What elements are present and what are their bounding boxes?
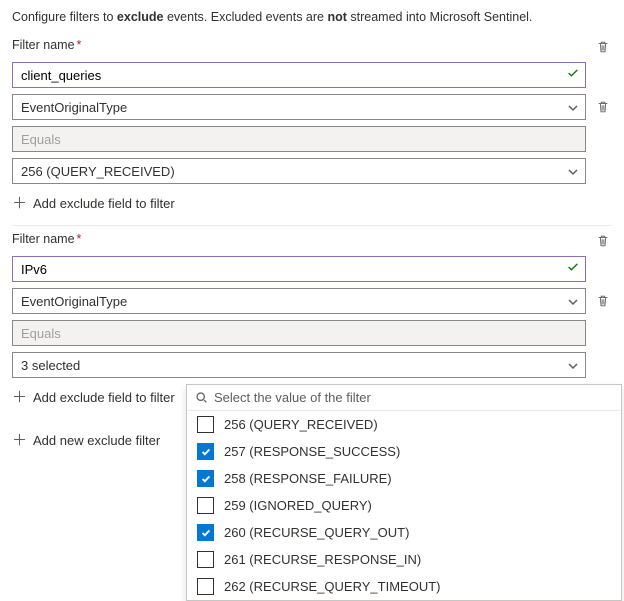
- checkbox-checked-icon: [197, 470, 214, 487]
- dropdown-option-label: 260 (RECURSE_QUERY_OUT): [224, 525, 409, 540]
- dropdown-option-label: 258 (RESPONSE_FAILURE): [224, 471, 392, 486]
- dropdown-option[interactable]: 258 (RESPONSE_FAILURE): [187, 465, 621, 492]
- chevron-down-icon: [567, 166, 579, 181]
- chevron-down-icon: [567, 296, 579, 311]
- dropdown-option[interactable]: 259 (IGNORED_QUERY): [187, 492, 621, 519]
- dropdown-option[interactable]: 256 (QUERY_RECEIVED): [187, 411, 621, 438]
- operator-select: Equals: [12, 126, 586, 152]
- delete-filter-icon[interactable]: [594, 38, 612, 56]
- add-exclude-field-button[interactable]: ＋ Add exclude field to filter: [12, 190, 612, 217]
- plus-icon: ＋: [12, 390, 27, 405]
- chevron-down-icon: [567, 102, 579, 117]
- value-select[interactable]: 256 (QUERY_RECEIVED): [12, 158, 586, 184]
- filter-name-input-wrap: [12, 62, 586, 88]
- checkbox-unchecked-icon: [197, 578, 214, 595]
- filter-block-2: Filter name* EventOriginalType Equals: [12, 232, 612, 419]
- dropdown-option[interactable]: 260 (RECURSE_QUERY_OUT): [187, 519, 621, 546]
- dropdown-option-label: 261 (RECURSE_RESPONSE_IN): [224, 552, 421, 567]
- filter-block-1: Filter name* EventOriginalType Equals: [12, 38, 612, 226]
- delete-condition-icon[interactable]: [594, 292, 612, 310]
- value-select[interactable]: 3 selected: [12, 352, 586, 378]
- plus-icon: ＋: [12, 196, 27, 211]
- filter-name-label: Filter name*: [12, 38, 586, 52]
- dropdown-option-label: 262 (RECURSE_QUERY_TIMEOUT): [224, 579, 440, 594]
- operator-select: Equals: [12, 320, 586, 346]
- dropdown-option[interactable]: 261 (RECURSE_RESPONSE_IN): [187, 546, 621, 573]
- search-icon: [195, 391, 208, 404]
- dropdown-option[interactable]: 262 (RECURSE_QUERY_TIMEOUT): [187, 573, 621, 600]
- checkbox-unchecked-icon: [197, 551, 214, 568]
- dropdown-search-placeholder: Select the value of the filter: [214, 390, 371, 405]
- checkbox-unchecked-icon: [197, 416, 214, 433]
- filter-name-input-wrap: [12, 256, 586, 282]
- dropdown-option-label: 257 (RESPONSE_SUCCESS): [224, 444, 400, 459]
- value-dropdown-panel: Select the value of the filter 256 (QUER…: [186, 384, 622, 601]
- filter-name-input[interactable]: [12, 256, 586, 282]
- field-select[interactable]: EventOriginalType: [12, 288, 586, 314]
- filter-name-label: Filter name*: [12, 232, 586, 246]
- add-exclude-field-button[interactable]: ＋ Add exclude field to filter: [12, 384, 175, 411]
- dropdown-option-label: 256 (QUERY_RECEIVED): [224, 417, 378, 432]
- delete-filter-icon[interactable]: [594, 232, 612, 250]
- plus-icon: ＋: [12, 433, 27, 448]
- checkbox-checked-icon: [197, 524, 214, 541]
- chevron-down-icon: [567, 360, 579, 375]
- field-select[interactable]: EventOriginalType: [12, 94, 586, 120]
- filter-name-input[interactable]: [12, 62, 586, 88]
- checkbox-checked-icon: [197, 443, 214, 460]
- page-description: Configure filters to exclude events. Exc…: [12, 10, 612, 24]
- dropdown-option-label: 259 (IGNORED_QUERY): [224, 498, 372, 513]
- dropdown-option[interactable]: 257 (RESPONSE_SUCCESS): [187, 438, 621, 465]
- checkbox-unchecked-icon: [197, 497, 214, 514]
- delete-condition-icon[interactable]: [594, 98, 612, 116]
- dropdown-search[interactable]: Select the value of the filter: [187, 385, 621, 411]
